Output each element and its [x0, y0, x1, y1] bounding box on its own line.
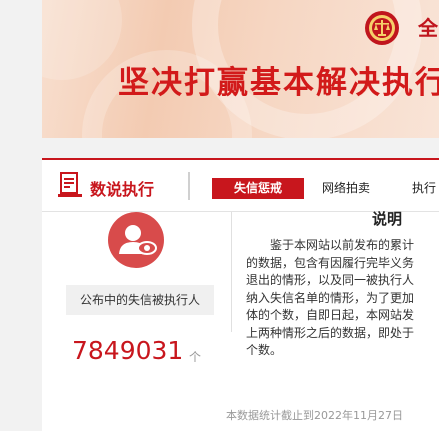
nav-divider	[188, 172, 190, 200]
tab-online-auction[interactable]: 网络拍卖	[322, 178, 370, 199]
stat-count: 7849031	[72, 336, 184, 365]
stat-label: 公布中的失信被执行人	[66, 285, 214, 315]
note-line: 鉴于本网站以前发布的累计	[246, 238, 415, 252]
note-line: 纳入失信名单的情形，为了更加	[246, 290, 415, 305]
document-chart-icon	[58, 172, 82, 197]
note-line: 的数据，包含有因履行完毕义务	[246, 255, 415, 270]
stat-unit: 个	[189, 350, 202, 364]
tab-execution[interactable]: 执行	[412, 178, 436, 199]
note-line: 退出的情形，以及同一被执行人	[246, 273, 415, 287]
stat-date-note: 本数据统计截止到2022年11月27日	[226, 409, 403, 422]
banner: 全 坚决打赢基本解决执行	[42, 0, 439, 138]
tab-dishonesty-punishment[interactable]: 失信惩戒	[212, 178, 304, 199]
statistics-panel: 数说执行 失信惩戒 网络拍卖 执行 公布中的失信被执行人 7849031 个 说…	[42, 158, 439, 431]
banner-slogan: 坚决打赢基本解决执行	[118, 65, 439, 101]
note-body: 鉴于本网站以前发布的累计 的数据，包含有因履行完毕义务 退出的情形，以及同一被执…	[246, 237, 439, 374]
note-title: 说明	[372, 210, 403, 228]
person-eye-icon	[119, 225, 157, 255]
banner-decoration	[42, 0, 122, 80]
court-emblem-icon	[365, 11, 399, 45]
column-divider	[231, 212, 232, 332]
note-line: 上两种情形之后的数据，即处于	[246, 325, 415, 340]
avatar	[108, 212, 164, 268]
banner-org-title: 全	[418, 16, 438, 40]
note-line: 个数。	[246, 343, 283, 357]
section-title: 数说执行	[90, 180, 155, 199]
panel-nav: 数说执行 失信惩戒 网络拍卖 执行	[42, 160, 439, 212]
note-line: 体的个数，自即日起，本网站发	[246, 308, 415, 322]
